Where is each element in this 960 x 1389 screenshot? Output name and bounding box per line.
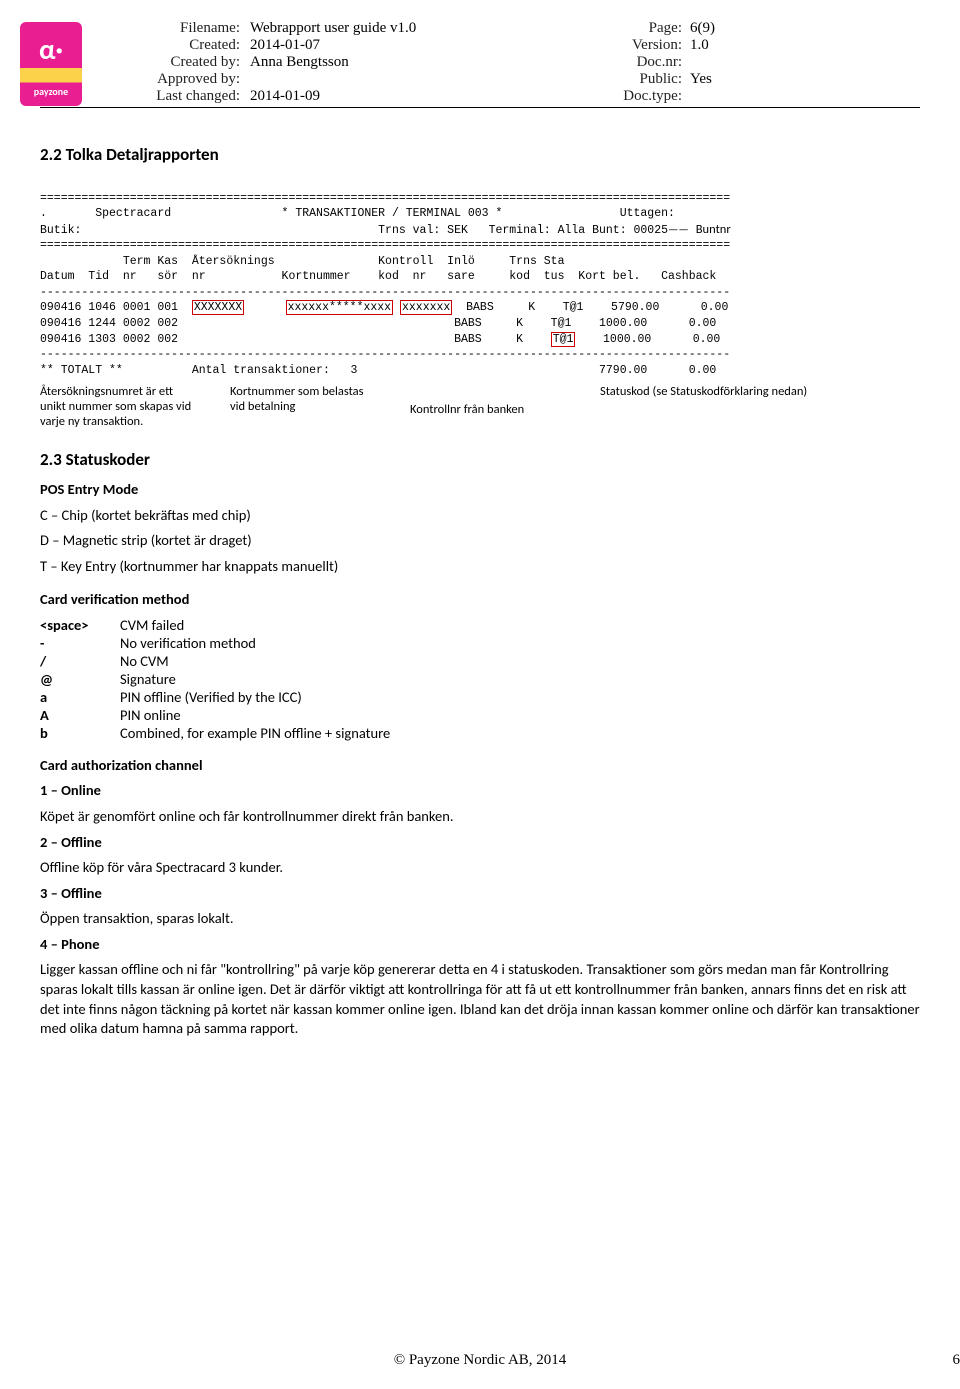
cvm-row: <space>CVM failed [40, 616, 920, 634]
report-header-2: Butik: Trns val: SEK Terminal: Alla Bunt… [40, 224, 668, 237]
hl-filename: Filename: [120, 20, 250, 37]
hl-public: Public: [600, 71, 690, 88]
hv-doctype [690, 88, 740, 105]
hv-filename: Webrapport user guide v1.0 [250, 20, 510, 37]
cac-1-h: 1 – Online [40, 781, 920, 801]
hv-lastchanged: 2014-01-09 [250, 88, 510, 105]
r1e [393, 301, 400, 314]
document-header: α· payzone Filename:Webrapport user guid… [40, 20, 920, 120]
report-header-1: . Spectracard * TRANSAKTIONER / TERMINAL… [40, 207, 675, 220]
cac-3-h: 3 – Offline [40, 884, 920, 904]
cvm-title: Card verification method [40, 590, 920, 610]
hl-docnr: Doc.nr: [600, 54, 690, 71]
r3-status-box: T@1 [551, 332, 576, 347]
cvm-key: a [40, 688, 120, 706]
hv-approvedby [250, 71, 510, 88]
hl-created: Created: [120, 37, 250, 54]
cac-title: Card authorization channel [40, 756, 920, 776]
r1-atersok-box: XXXXXXX [192, 300, 244, 315]
hv-created: 2014-01-07 [250, 37, 510, 54]
r1-kortnr-box: xxxxxx*****xxxx [286, 300, 394, 315]
r1g: BABS K T@1 5790.00 0.00 [452, 301, 728, 314]
detail-report-sample: ========================================… [40, 175, 920, 378]
hl-doctype: Doc.type: [600, 88, 690, 105]
report-annotations: Återsökningsnumret är ett unikt nummer s… [40, 384, 920, 429]
pos-t: T – Key Entry (kortnummer har knappats m… [40, 557, 920, 577]
pos-d: D – Magnetic strip (kortet är draget) [40, 531, 920, 551]
cvm-val: CVM failed [120, 616, 184, 634]
report-sep-1: ========================================… [40, 192, 730, 205]
hl-approvedby: Approved by: [120, 71, 250, 88]
report-dash-1: ----------------------------------------… [40, 286, 730, 299]
cac-1-t: Köpet är genomfört online och får kontro… [40, 807, 920, 827]
hv-page: 6(9) [690, 20, 740, 37]
cvm-row: /No CVM [40, 652, 920, 670]
cvm-row: APIN online [40, 706, 920, 724]
cac-2-t: Offline köp för våra Spectracard 3 kunde… [40, 858, 920, 878]
cvm-key: A [40, 706, 120, 724]
cvm-val: No verification method [120, 634, 256, 652]
report-sep-2: ========================================… [40, 239, 730, 252]
cvm-val: Signature [120, 670, 176, 688]
cvm-val: PIN online [120, 706, 181, 724]
cvm-row: @Signature [40, 670, 920, 688]
cvm-row: -No verification method [40, 634, 920, 652]
hv-public: Yes [690, 71, 740, 88]
r3c: 1000.00 0.00 [575, 333, 720, 346]
cvm-row: bCombined, for example PIN offline + sig… [40, 724, 920, 742]
report-dash-2: ----------------------------------------… [40, 348, 730, 361]
logo-text: payzone [34, 85, 68, 98]
cac-4-h: 4 – Phone [40, 935, 920, 955]
logo-alpha-icon: α· [20, 32, 82, 67]
hv-version: 1.0 [690, 37, 740, 54]
r1a: 090416 1046 0001 001 [40, 301, 192, 314]
hl-createdby: Created by: [120, 54, 250, 71]
hv-createdby: Anna Bengtsson [250, 54, 510, 71]
cac-2-h: 2 – Offline [40, 833, 920, 853]
cvm-key: - [40, 634, 120, 652]
hl-page: Page: [600, 20, 690, 37]
pos-entry-mode-title: POS Entry Mode [40, 480, 920, 500]
report-total: ** TOTALT ** Antal transaktioner: 3 7790… [40, 364, 716, 377]
cvm-val: No CVM [120, 652, 169, 670]
section-2-2-title: 2.2 Tolka Detaljrapporten [40, 144, 920, 165]
report-colhead-2: Datum Tid nr sör nr Kortnummer kod nr sa… [40, 270, 716, 283]
r1-kontroll-box: xxxxxxx [400, 300, 452, 315]
cvm-key: <space> [40, 616, 120, 634]
hv-docnr [690, 54, 740, 71]
cvm-val: PIN offline (Verified by the ICC) [120, 688, 302, 706]
annot-kortnr: Kortnummer som belastas vid betalning [230, 384, 380, 429]
hl-lastchanged: Last changed: [120, 88, 250, 105]
cvm-row: aPIN offline (Verified by the ICC) [40, 688, 920, 706]
cvm-table: <space>CVM failed -No verification metho… [40, 616, 920, 742]
cvm-key: b [40, 724, 120, 742]
cvm-val: Combined, for example PIN offline + sign… [120, 724, 390, 742]
section-2-3-title: 2.3 Statuskoder [40, 449, 920, 470]
r1c [244, 301, 285, 314]
cac-4-t: Ligger kassan offline och ni får "kontro… [40, 960, 920, 1038]
pos-c: C – Chip (kortet bekräftas med chip) [40, 506, 920, 526]
annot-kontroll: Kontrollnr från banken [410, 384, 570, 429]
hl-version: Version: [600, 37, 690, 54]
cac-3-t: Öppen transaktion, sparas lokalt. [40, 909, 920, 929]
report-colhead-1: Term Kas Återsöknings Kontroll Inlö Trns… [40, 255, 565, 268]
footer-page-number: 6 [40, 1352, 960, 1369]
report-row-2: 090416 1244 0002 002 BABS K T@1 1000.00 … [40, 317, 716, 330]
payzone-logo: α· payzone [20, 22, 82, 106]
annot-status: Statuskod (se Statuskodförklaring nedan) [600, 384, 860, 429]
r3a: 090416 1303 0002 002 BABS K [40, 333, 551, 346]
annot-atersok: Återsökningsnumret är ett unikt nummer s… [40, 384, 200, 429]
cvm-key: / [40, 652, 120, 670]
buntnr-label: Buntnr [696, 222, 731, 237]
cvm-key: @ [40, 670, 120, 688]
